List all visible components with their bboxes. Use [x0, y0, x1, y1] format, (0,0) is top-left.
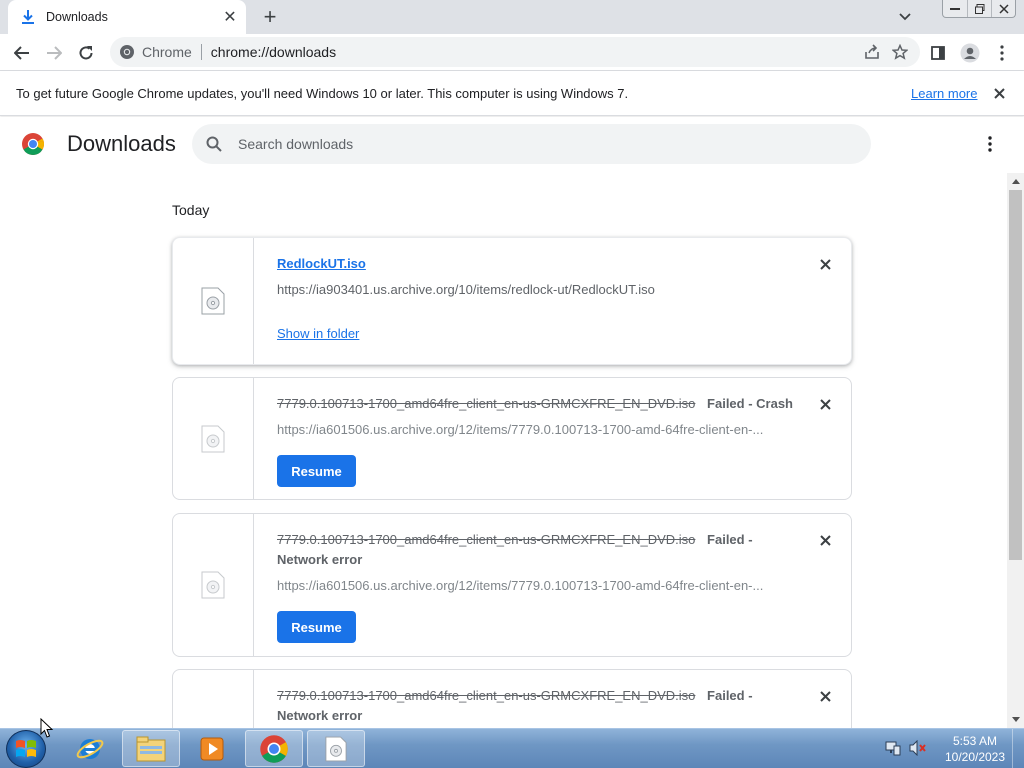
download-item: 7779.0.100713-1700_amd64fre_client_en-us… — [172, 377, 852, 500]
download-status-detail: Network error — [277, 552, 363, 567]
clock-date: 10/20/2023 — [944, 750, 1006, 764]
vertical-scrollbar[interactable] — [1007, 173, 1024, 728]
file-source-url[interactable]: https://ia601506.us.archive.org/12/items… — [277, 422, 772, 437]
site-chip: Chrome — [142, 44, 192, 60]
file-name-link[interactable]: RedlockUT.iso — [277, 256, 811, 271]
disc-file-icon — [201, 571, 225, 599]
scroll-down-arrow-icon[interactable] — [1007, 711, 1024, 728]
url-text[interactable]: chrome://downloads — [211, 44, 336, 60]
show-in-folder-link[interactable]: Show in folder — [277, 326, 811, 341]
mouse-pointer-icon — [40, 718, 54, 738]
downloads-list: Today RedlockUT.iso https://ia903401.us.… — [0, 173, 1007, 728]
show-desktop-button[interactable] — [1012, 729, 1024, 768]
taskbar-disc-image[interactable] — [307, 730, 365, 767]
download-item: RedlockUT.iso https://ia903401.us.archiv… — [172, 237, 852, 365]
restore-button[interactable] — [967, 0, 991, 17]
resume-button[interactable]: Resume — [277, 455, 356, 487]
file-icon-column — [173, 514, 254, 656]
windows-taskbar: 5:53 AM 10/20/2023 — [0, 728, 1024, 768]
clock-time: 5:53 AM — [952, 734, 998, 748]
profile-avatar-icon[interactable] — [956, 39, 984, 67]
chrome-logo-icon — [22, 133, 45, 155]
date-section-label: Today — [172, 202, 210, 218]
search-input[interactable] — [238, 136, 798, 152]
chrome-icon — [119, 44, 135, 60]
download-item: 7779.0.100713-1700_amd64fre_client_en-us… — [172, 513, 852, 657]
window-controls — [942, 0, 1016, 18]
network-icon[interactable] — [885, 740, 901, 759]
chrome-menu-icon[interactable] — [988, 39, 1016, 67]
file-name: 7779.0.100713-1700_amd64fre_client_en-us… — [277, 396, 696, 411]
media-player-icon — [200, 737, 224, 760]
close-tab-icon[interactable]: ✕ — [220, 7, 240, 27]
new-tab-button[interactable]: + — [259, 6, 281, 28]
remove-item-icon[interactable] — [817, 532, 833, 548]
file-name: 7779.0.100713-1700_amd64fre_client_en-us… — [277, 688, 696, 703]
chevron-down-icon[interactable] — [896, 8, 914, 26]
volume-muted-icon[interactable] — [909, 739, 927, 759]
internet-explorer-icon — [76, 738, 104, 759]
download-status: Failed - Crash — [707, 396, 793, 411]
taskbar-internet-explorer[interactable] — [61, 730, 119, 767]
resume-button[interactable]: Resume — [277, 611, 356, 643]
browser-toolbar: Chrome chrome://downloads — [0, 34, 1024, 71]
forward-button[interactable] — [40, 39, 68, 67]
taskbar-clock[interactable]: 5:53 AM 10/20/2023 — [940, 733, 1010, 765]
remove-item-icon[interactable] — [817, 396, 833, 412]
omnibox-divider — [200, 44, 202, 60]
taskbar-file-explorer[interactable] — [122, 730, 180, 767]
disc-file-icon — [201, 425, 225, 452]
bookmark-star-icon[interactable] — [888, 41, 912, 63]
taskbar-chrome[interactable] — [245, 730, 303, 767]
minimize-button[interactable] — [943, 0, 967, 17]
tab-downloads[interactable]: Downloads ✕ — [8, 0, 246, 34]
reload-button[interactable] — [72, 39, 100, 67]
download-status: Failed - — [707, 532, 753, 547]
disc-file-icon — [201, 287, 225, 315]
chrome-icon — [260, 734, 288, 763]
close-icon[interactable] — [990, 84, 1008, 102]
folder-icon — [136, 736, 166, 761]
downloads-header: Downloads — [0, 117, 1024, 173]
remove-item-icon[interactable] — [817, 688, 833, 704]
file-source-url[interactable]: https://ia903401.us.archive.org/10/items… — [277, 282, 811, 297]
side-panel-icon[interactable] — [924, 39, 952, 67]
file-icon-column — [173, 378, 254, 499]
learn-more-link[interactable]: Learn more — [911, 86, 977, 101]
taskbar-media-player[interactable] — [183, 730, 241, 767]
update-infobar: To get future Google Chrome updates, you… — [0, 71, 1024, 116]
file-icon-column — [173, 238, 254, 364]
disc-file-icon — [325, 736, 347, 761]
more-actions-icon[interactable] — [980, 134, 1000, 154]
download-status-detail: Network error — [277, 708, 363, 723]
file-name: 7779.0.100713-1700_amd64fre_client_en-us… — [277, 532, 696, 547]
back-button[interactable] — [8, 39, 36, 67]
scroll-up-arrow-icon[interactable] — [1007, 173, 1024, 190]
remove-item-icon[interactable] — [817, 256, 833, 272]
search-icon — [204, 134, 224, 154]
download-status: Failed - — [707, 688, 753, 703]
share-icon[interactable] — [860, 41, 884, 63]
close-window-button[interactable] — [991, 0, 1015, 17]
file-source-url[interactable]: https://ia601506.us.archive.org/12/items… — [277, 578, 772, 593]
windows-logo-icon — [16, 740, 36, 757]
scroll-thumb[interactable] — [1009, 190, 1022, 560]
infobar-message: To get future Google Chrome updates, you… — [16, 85, 629, 101]
file-icon-column — [173, 670, 254, 728]
download-item: 7779.0.100713-1700_amd64fre_client_en-us… — [172, 669, 852, 728]
search-bar[interactable] — [192, 124, 871, 164]
tab-title: Downloads — [46, 10, 108, 24]
download-icon — [20, 9, 36, 25]
tab-strip: Downloads ✕ + — [0, 0, 1024, 34]
system-tray — [885, 730, 927, 768]
page-title: Downloads — [67, 131, 176, 156]
address-bar[interactable]: Chrome chrome://downloads — [110, 37, 920, 67]
